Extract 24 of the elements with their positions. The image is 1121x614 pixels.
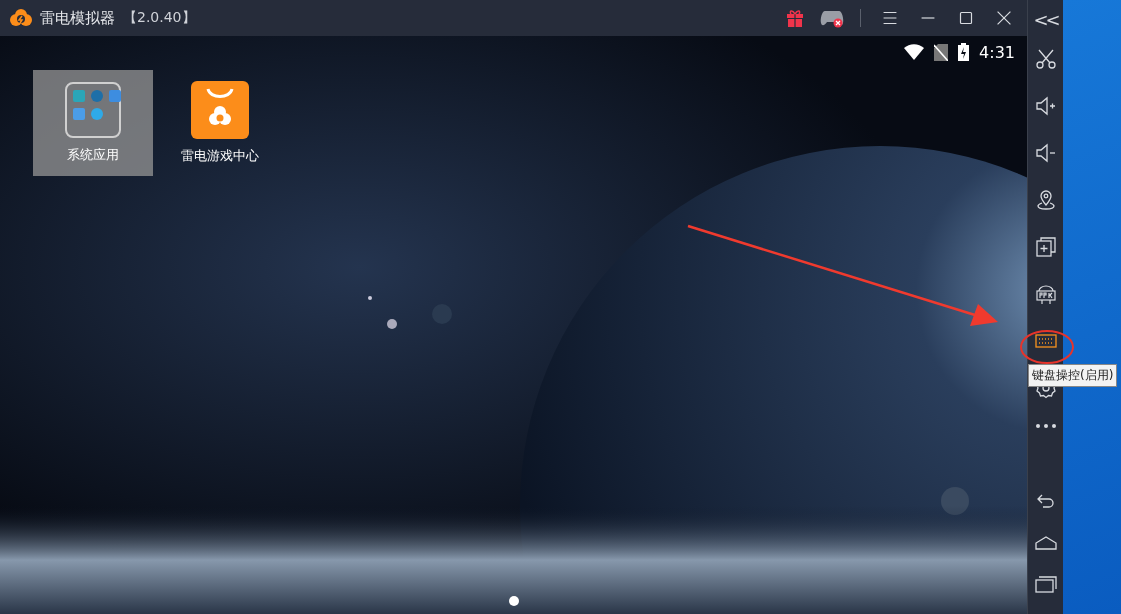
apk-icon[interactable] — [1033, 282, 1058, 306]
game-store-icon — [191, 81, 249, 139]
version-label: 【2.0.40】 — [123, 9, 196, 27]
collapse-button[interactable]: << — [1033, 8, 1058, 30]
app-logo-icon — [10, 8, 32, 28]
wifi-icon — [904, 44, 925, 60]
clock-time: 4:31 — [979, 42, 1015, 62]
gamepad-icon[interactable] — [820, 8, 844, 28]
tooltip: 键盘操控(启用) — [1028, 364, 1118, 387]
battery-charging-icon — [958, 43, 970, 61]
star-drawing — [368, 296, 372, 300]
more-icon[interactable] — [1033, 423, 1058, 429]
app-shortcut[interactable]: 雷电游戏中心 — [165, 70, 275, 176]
folder-icon — [65, 82, 121, 138]
volume-up-icon[interactable] — [1033, 94, 1058, 118]
app-shortcut[interactable]: 系统应用 — [33, 70, 153, 176]
add-window-icon[interactable] — [1033, 235, 1058, 259]
window-title: 雷电模拟器 — [40, 8, 115, 28]
highlight-circle — [1020, 330, 1074, 364]
page-indicator-dot[interactable] — [508, 596, 519, 606]
gift-icon[interactable] — [786, 9, 804, 27]
moon-drawing — [387, 319, 397, 329]
volume-down-icon[interactable] — [1033, 141, 1058, 165]
scissors-icon[interactable] — [1033, 47, 1058, 71]
